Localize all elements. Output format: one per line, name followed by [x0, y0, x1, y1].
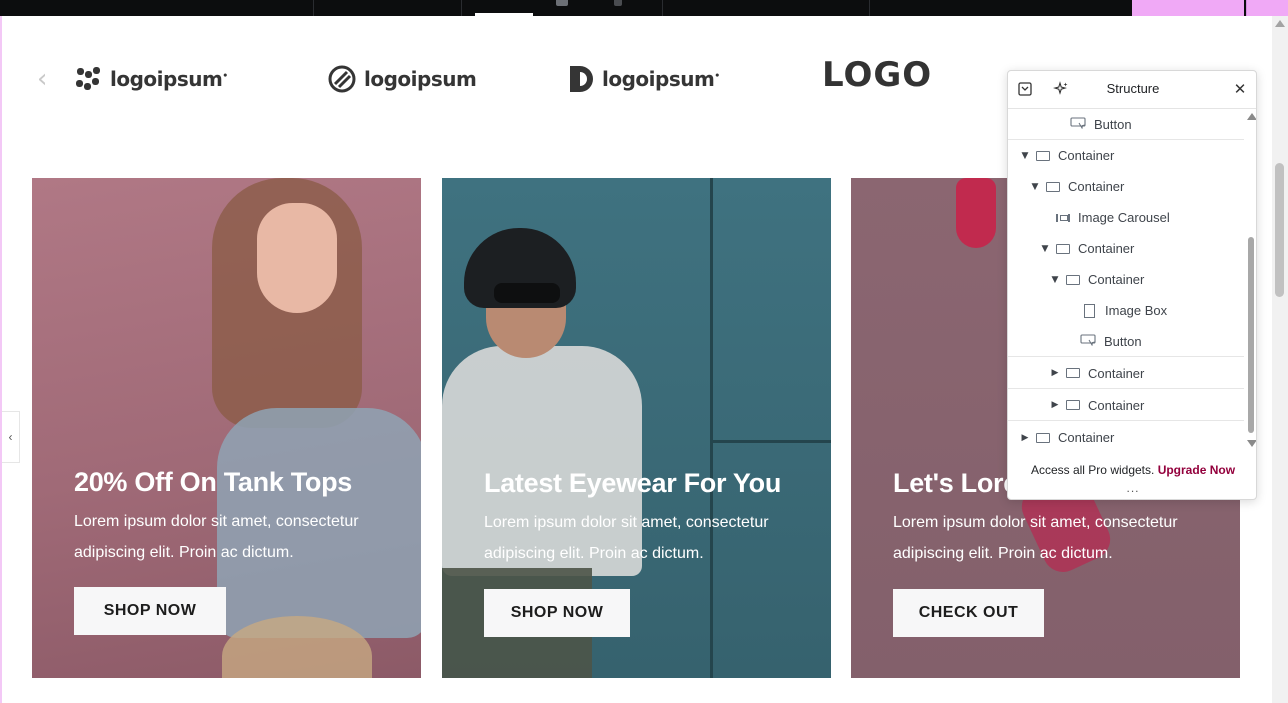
editor-top-bar [0, 0, 1288, 16]
card-title: Latest Eyewear For You [484, 468, 782, 498]
container-icon [1056, 243, 1070, 254]
tree-item-container[interactable]: ▶ Container [1008, 390, 1244, 421]
tree-item-label: Button [1094, 116, 1132, 132]
desktop-view-icon[interactable] [556, 0, 568, 6]
toolbar-divider [313, 0, 314, 16]
chevron-left-icon: ‹ [8, 430, 13, 444]
tree-item-label: Container [1088, 397, 1145, 413]
tree-item-label: Image Carousel [1078, 210, 1170, 225]
logo-registered-mark: • [714, 71, 720, 82]
tree-item-label: Container [1088, 365, 1145, 381]
container-icon [1066, 368, 1080, 378]
logo-text: logoipsum [110, 67, 223, 91]
promo-card-eyewear: Latest Eyewear For You Lorem ipsum dolor… [442, 178, 831, 678]
tree-item-container[interactable]: ▼ Container [1008, 264, 1244, 295]
container-icon [1066, 400, 1080, 410]
model-face-shape [257, 203, 337, 313]
caret-down-icon[interactable]: ▼ [1020, 151, 1030, 161]
tree-item-image-carousel[interactable]: Image Carousel [1008, 202, 1244, 233]
caret-right-icon[interactable]: ▶ [1050, 368, 1060, 378]
wall-panel-line [712, 440, 831, 443]
logo-registered-mark: • [222, 71, 228, 82]
tree-item-label: Button [1104, 333, 1142, 349]
structure-panel-footer: Access all Pro widgets. Upgrade Now ... [1008, 459, 1256, 499]
tree-item-container[interactable]: ▼ Container [1008, 171, 1244, 202]
scrollbar-thumb[interactable] [1248, 237, 1254, 433]
logo-2: logoipsum [328, 62, 477, 96]
tree-item-label: Image Box [1105, 303, 1168, 318]
sidebar-collapse-toggle[interactable]: ‹ [2, 411, 20, 463]
logo-mark-icon [328, 65, 356, 93]
logo-text: LOGO [822, 55, 933, 95]
container-icon [1066, 274, 1080, 285]
page-scrollbar[interactable] [1272, 16, 1288, 703]
promo-card-tank-tops: 20% Off On Tank Tops Lorem ipsum dolor s… [32, 178, 421, 678]
tree-item-container[interactable]: ▼ Container [1008, 140, 1244, 171]
scroll-up-arrow-icon[interactable] [1247, 113, 1256, 120]
logo-4: LOGO [822, 55, 933, 95]
container-icon [1036, 150, 1050, 161]
card-description: Lorem ipsum dolor sit amet, consectetur … [74, 513, 359, 561]
close-icon[interactable]: ✕ [1230, 79, 1250, 99]
caret-down-icon[interactable]: ▼ [1050, 275, 1060, 285]
wall-panel-line [710, 178, 713, 678]
check-out-button[interactable]: CHECK OUT [893, 589, 1044, 637]
logo-1: logoipsum• [74, 62, 228, 96]
logo-mark-icon [570, 66, 593, 92]
sunglasses-shape [494, 283, 560, 303]
scrollbar-thumb[interactable] [1275, 163, 1284, 297]
logo-3: logoipsum• [568, 62, 720, 96]
tree-item-label: Container [1068, 179, 1125, 194]
tree-item-label: Container [1058, 430, 1115, 445]
shop-now-button[interactable]: SHOP NOW [74, 587, 226, 635]
toolbar-divider [869, 0, 870, 16]
upgrade-now-link[interactable]: Upgrade Now [1158, 463, 1235, 477]
structure-panel-header: Structure ✕ [1008, 71, 1256, 109]
caret-down-icon[interactable]: ▼ [1030, 182, 1040, 192]
tree-item-container[interactable]: ▶ Container [1008, 422, 1244, 453]
promo-text: Access all Pro widgets. [1030, 463, 1155, 477]
tablet-view-icon[interactable] [614, 0, 622, 6]
shop-now-button[interactable]: SHOP NOW [484, 589, 630, 637]
tree-item-button[interactable]: Button [1008, 326, 1244, 357]
tree-item-button[interactable]: Button [1008, 109, 1244, 140]
logo-mark-icon [76, 67, 100, 90]
scroll-down-arrow-icon[interactable] [1247, 440, 1256, 447]
container-icon [1036, 432, 1050, 443]
tree-item-image-box[interactable]: Image Box [1008, 295, 1244, 326]
caret-right-icon[interactable]: ▶ [1050, 400, 1060, 410]
card-title: Let's Lore [893, 468, 1018, 498]
container-icon [1046, 181, 1060, 192]
tree-item-label: Container [1058, 148, 1115, 163]
structure-panel: Structure ✕ Button ▼ Container ▼ Contain… [1007, 70, 1257, 500]
caret-down-icon[interactable]: ▼ [1040, 244, 1050, 254]
panel-resize-handle[interactable]: ... [1008, 481, 1256, 495]
tree-item-container[interactable]: ▶ Container [1008, 358, 1244, 389]
image-box-icon [1084, 303, 1095, 318]
toolbar-highlight [1246, 0, 1288, 16]
tree-item-container[interactable]: ▼ Container [1008, 233, 1244, 264]
button-icon [1070, 116, 1086, 132]
scroll-up-arrow-icon[interactable] [1275, 20, 1285, 27]
carousel-prev-arrow-icon[interactable]: ‹ [37, 66, 47, 92]
pro-promo: Access all Pro widgets. Upgrade Now [1008, 463, 1256, 477]
card-title: 20% Off On Tank Tops [74, 467, 353, 497]
tree-item-label: Container [1078, 241, 1135, 256]
card-description: Lorem ipsum dolor sit amet, consectetur … [484, 514, 769, 562]
structure-tree: Button ▼ Container ▼ Container Image Car… [1008, 109, 1244, 459]
toolbar-divider [662, 0, 663, 16]
tree-item-label: Container [1088, 272, 1145, 287]
logo-carousel: ‹ logoipsum• logoipsum logoipsum• LOGO [30, 52, 1030, 108]
panel-title: Structure [1106, 81, 1160, 96]
card-description: Lorem ipsum dolor sit amet, consectetur … [893, 514, 1178, 562]
logo-text: logoipsum [364, 67, 477, 91]
logo-text: logoipsum [602, 67, 715, 91]
button-icon [1080, 333, 1096, 349]
shoe-shape [956, 178, 996, 248]
caret-right-icon[interactable]: ▶ [1020, 433, 1030, 443]
toolbar-divider [461, 0, 462, 16]
image-carousel-icon [1056, 213, 1070, 222]
structure-scrollbar[interactable] [1244, 109, 1256, 459]
toolbar-highlight [1132, 0, 1244, 16]
